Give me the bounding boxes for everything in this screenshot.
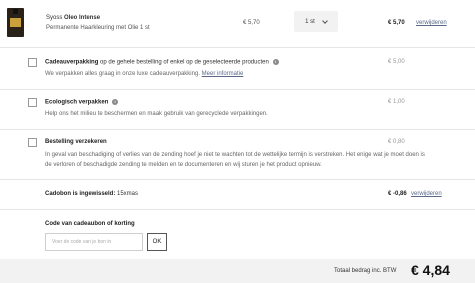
product-thumbnail[interactable]: [7, 8, 24, 37]
info-icon[interactable]: i: [112, 99, 119, 105]
insurance-description: In geval van beschadiging of verlies van…: [45, 152, 425, 168]
discount-ok-button[interactable]: OK: [147, 233, 167, 251]
eco-packaging-description: Help ons het milieu te beschermen en maa…: [45, 111, 268, 117]
divider: [0, 89, 475, 90]
total-bar: [0, 259, 475, 283]
product-description: Permanente Haarkleuring met Olie 1 st: [46, 25, 150, 31]
divider: [0, 179, 475, 180]
quantity-select[interactable]: 1 st: [294, 11, 338, 32]
total-value: € 4,84: [411, 262, 450, 278]
insurance-title: Bestelling verzekeren: [45, 139, 107, 145]
gift-wrap-title: Cadeauverpakking op de gehele bestelling…: [45, 59, 279, 66]
coupon-value: € -0,86: [388, 191, 407, 197]
insurance-price: € 0,80: [388, 139, 405, 145]
eco-packaging-title: Ecologisch verpakken i: [45, 99, 119, 106]
remove-coupon-link[interactable]: verwijderen: [411, 191, 442, 197]
product-brand: Syoss: [46, 15, 63, 21]
product-total: € 5,70: [388, 20, 405, 26]
eco-packaging-title-text: Ecologisch verpakken: [45, 99, 109, 106]
product-name[interactable]: Syoss Oleo Intense: [46, 15, 100, 21]
discount-code-input[interactable]: [45, 233, 143, 251]
discount-code-title: Code van cadeaubon of korting: [45, 221, 135, 227]
product-unit-price: € 5,70: [243, 20, 260, 26]
total-label: Totaal bedrag inc. BTW: [334, 268, 397, 274]
gift-wrap-checkbox[interactable]: [28, 58, 37, 67]
divider: [0, 209, 475, 210]
gift-wrap-description: We verpakken alles graag in onze luxe ca…: [45, 71, 243, 77]
coupon-label: Cadobon is ingewisseld:: [45, 191, 116, 197]
eco-packaging-price: € 1,00: [388, 99, 405, 105]
gift-wrap-title-text: Cadeauverpakking: [45, 59, 99, 66]
insurance-checkbox[interactable]: [28, 138, 37, 147]
remove-product-link[interactable]: verwijderen: [416, 20, 447, 26]
chevron-down-icon: [321, 17, 328, 24]
more-info-link[interactable]: Meer informatie: [202, 71, 244, 77]
divider: [0, 47, 475, 48]
info-icon[interactable]: i: [272, 59, 279, 65]
quantity-value: 1 st: [305, 18, 315, 25]
product-title: Oleo Intense: [64, 15, 101, 21]
divider: [0, 129, 475, 130]
gift-wrap-title-suffix: op de gehele bestelling of enkel op de g…: [100, 59, 269, 66]
gift-wrap-price: € 5,00: [388, 59, 405, 65]
coupon-code: 15xmas: [117, 191, 139, 197]
gift-wrap-description-text: We verpakken alles graag in onze luxe ca…: [45, 71, 200, 77]
eco-packaging-checkbox[interactable]: [28, 98, 37, 107]
